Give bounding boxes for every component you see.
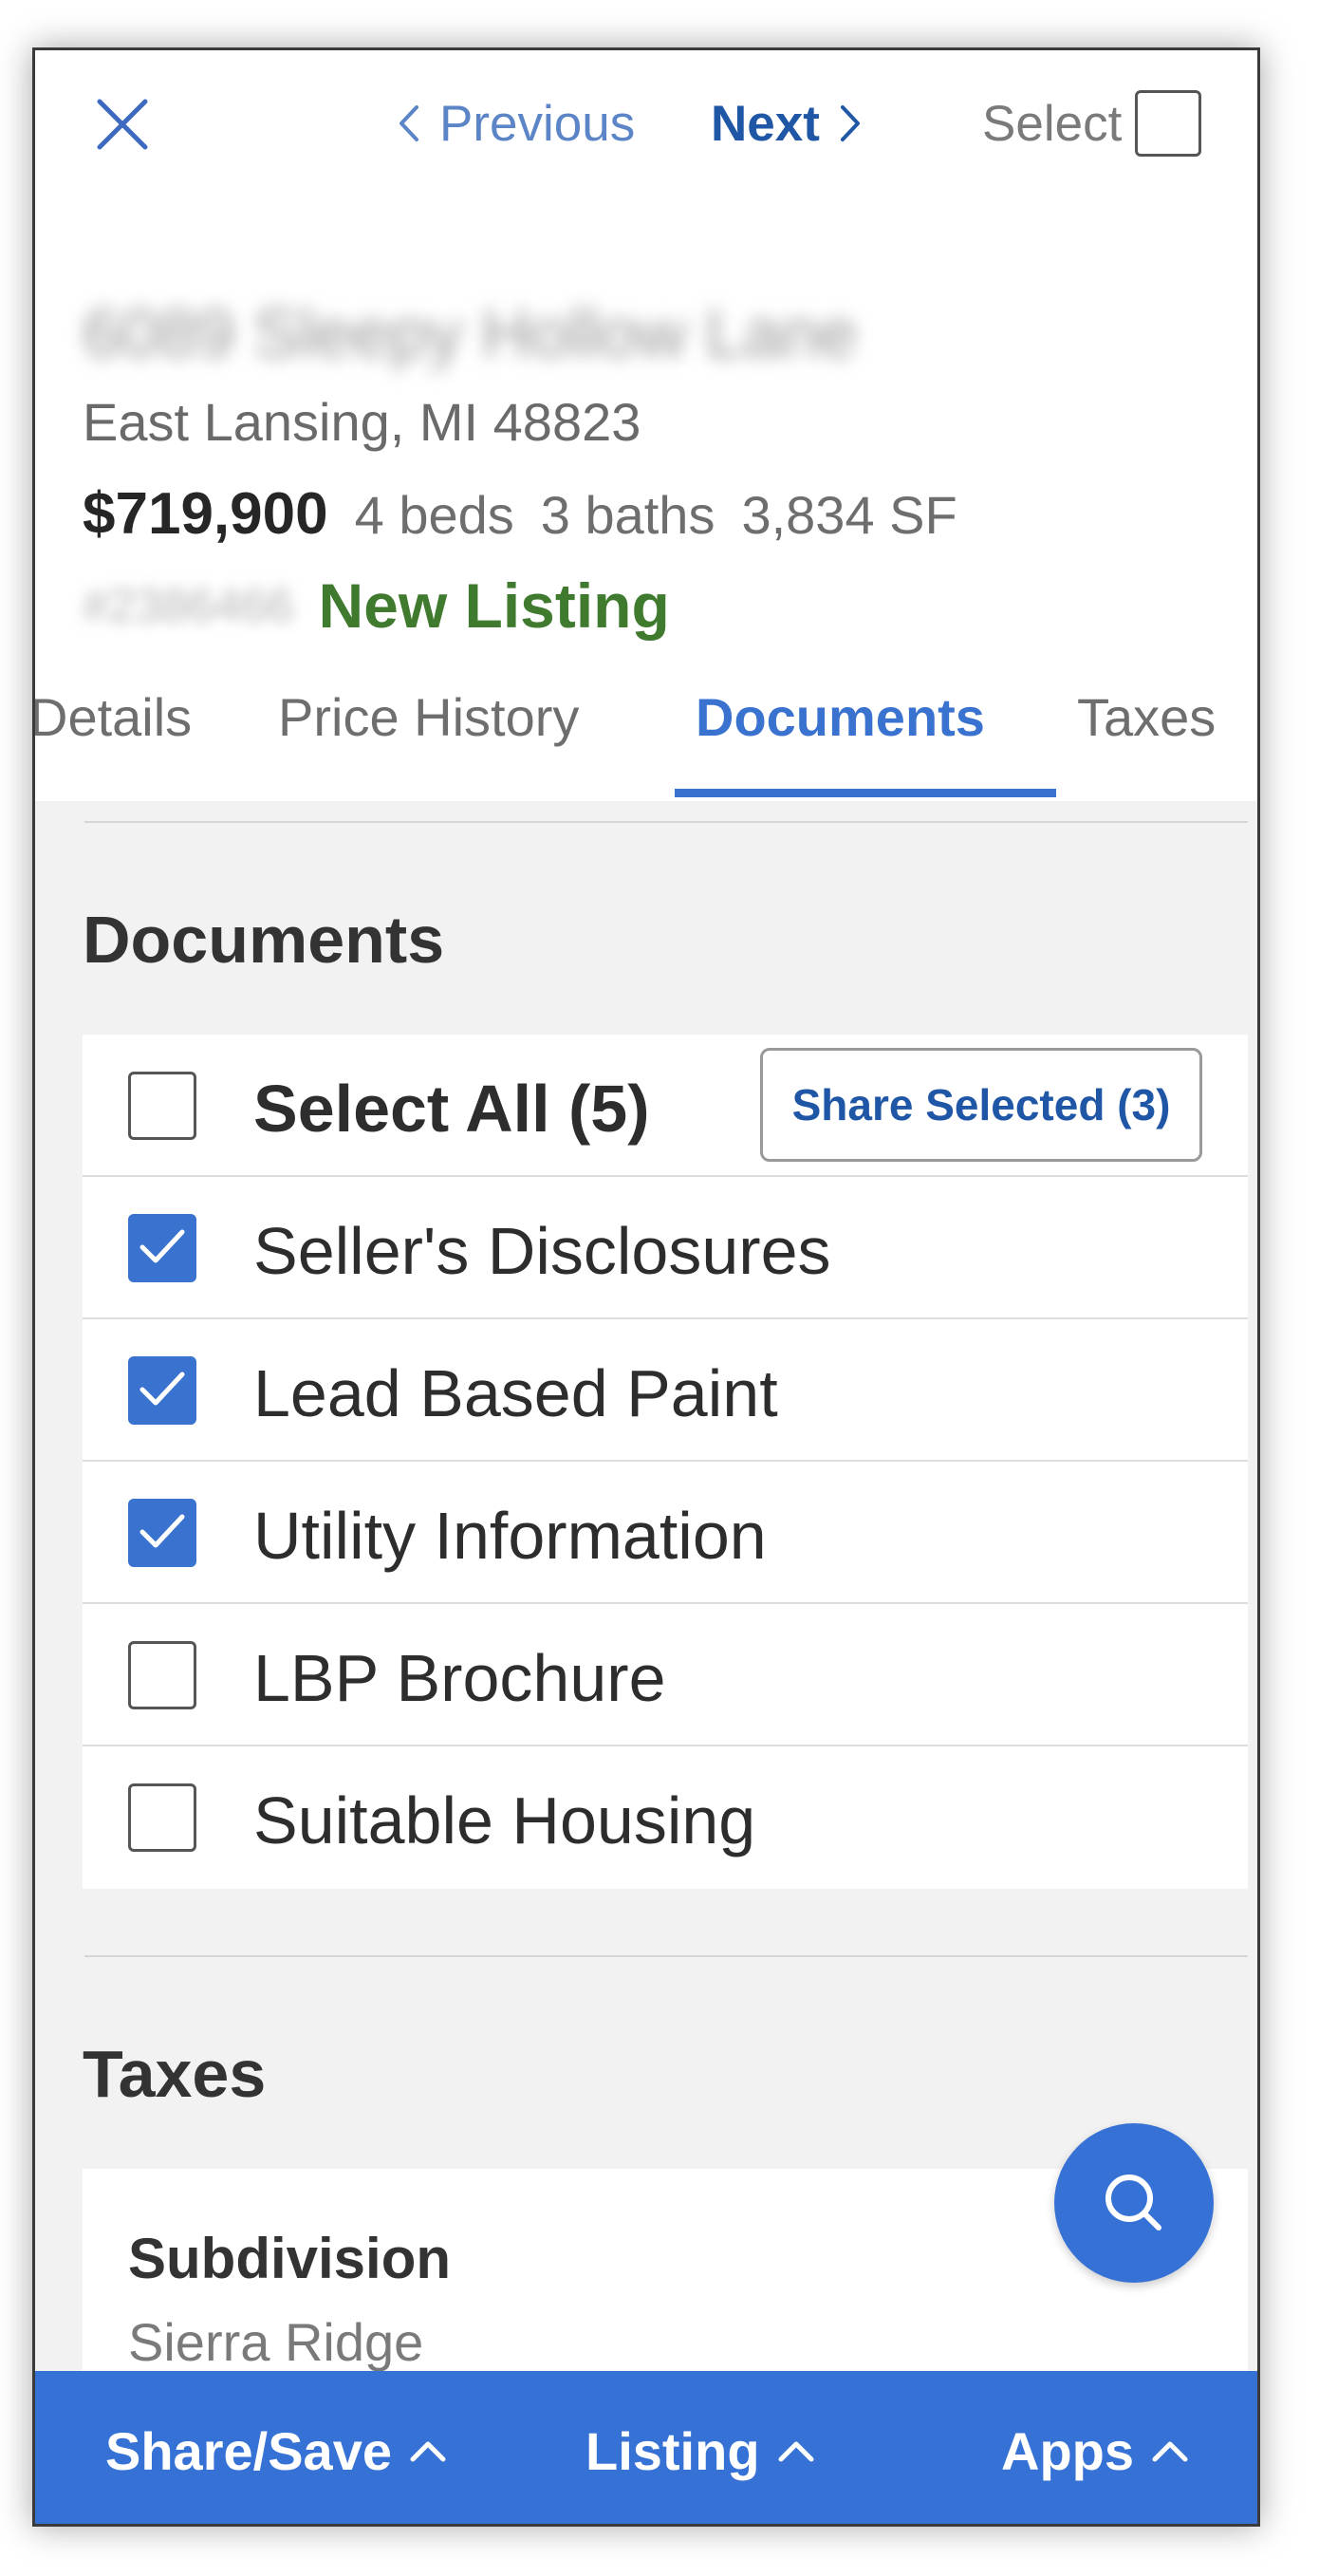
document-checkbox[interactable] (128, 1783, 196, 1852)
search-icon (1105, 2175, 1161, 2231)
section-tabs: Details Price History Documents Taxes (35, 658, 1257, 801)
subdivision-value: Sierra Ridge (128, 2312, 424, 2372)
list-item[interactable]: Seller's Disclosures (83, 1177, 1248, 1319)
close-button[interactable] (90, 92, 155, 157)
list-item[interactable]: Suitable Housing (83, 1746, 1248, 1889)
listing-baths: 3 baths (540, 485, 715, 545)
taxes-title: Taxes (83, 2037, 267, 2111)
document-label: Suitable Housing (253, 1783, 756, 1857)
caret-up-icon (410, 2441, 446, 2461)
listing-status-row: #2386466 New Listing (83, 569, 670, 642)
tab-taxes[interactable]: Taxes (1077, 686, 1216, 748)
listing-beds: 4 beds (354, 485, 514, 545)
list-item[interactable]: Utility Information (83, 1462, 1248, 1604)
apps-menu-button[interactable]: Apps (1001, 2420, 1189, 2482)
section-divider (84, 821, 1248, 823)
list-item[interactable]: LBP Brochure (83, 1604, 1248, 1746)
tab-price-history[interactable]: Price History (278, 686, 579, 748)
select-checkbox[interactable] (1135, 90, 1202, 157)
listing-mls-id: #2386466 (83, 579, 294, 632)
top-navigation-bar: Previous Next Select (35, 50, 1257, 188)
bottom-action-bar: Share/Save Listing Apps (35, 2371, 1257, 2524)
document-label: Seller's Disclosures (253, 1214, 831, 1288)
status-badge: New Listing (318, 570, 670, 641)
listing-street-address: 6089 Sleepy Hollow Lane (83, 296, 858, 372)
document-label: Lead Based Paint (253, 1356, 778, 1430)
app-frame: Previous Next Select 6089 Sleepy Hollow … (32, 47, 1260, 2527)
previous-button[interactable]: Previous (396, 90, 635, 157)
listing-label: Listing (585, 2421, 760, 2481)
select-label: Select (982, 95, 1123, 152)
caret-up-icon (778, 2441, 814, 2461)
document-checkbox[interactable] (128, 1356, 196, 1425)
listing-menu-button[interactable]: Listing (585, 2420, 815, 2482)
share-selected-button[interactable]: Share Selected (3) (760, 1048, 1202, 1162)
checkmark-icon (139, 1372, 185, 1406)
chevron-right-icon (840, 105, 860, 141)
tab-documents[interactable]: Documents (696, 686, 985, 748)
subdivision-label: Subdivision (128, 2227, 452, 2290)
checkmark-icon (139, 1514, 185, 1548)
share-save-label: Share/Save (105, 2421, 392, 2481)
listing-stats-row: $719,900 4 beds 3 baths 3,834 SF (83, 480, 984, 548)
active-tab-indicator (675, 789, 1056, 797)
documents-title: Documents (83, 903, 445, 977)
select-all-label: Select All (5) (253, 1072, 650, 1146)
document-checkbox[interactable] (128, 1499, 196, 1567)
document-checkbox[interactable] (128, 1641, 196, 1709)
listing-price: $719,900 (83, 481, 328, 547)
document-checkbox[interactable] (128, 1214, 196, 1282)
chevron-left-icon (399, 105, 418, 141)
share-save-menu-button[interactable]: Share/Save (105, 2420, 447, 2482)
listing-city: East Lansing, MI 48823 (83, 392, 641, 452)
document-label: LBP Brochure (253, 1641, 666, 1715)
search-button[interactable] (1054, 2123, 1214, 2283)
checkmark-icon (139, 1229, 185, 1263)
documents-list: Select All (5) Share Selected (3) Seller… (83, 1035, 1248, 1889)
previous-label: Previous (439, 95, 636, 152)
caret-up-icon (1152, 2441, 1188, 2461)
list-item[interactable]: Lead Based Paint (83, 1319, 1248, 1462)
apps-label: Apps (1001, 2421, 1134, 2481)
select-listing-toggle[interactable]: Select (982, 88, 1202, 159)
close-icon (97, 99, 148, 150)
document-label: Utility Information (253, 1499, 767, 1573)
tab-details[interactable]: Details (35, 686, 192, 748)
select-all-checkbox[interactable] (128, 1072, 196, 1140)
next-label: Next (711, 95, 820, 152)
listing-sqft: 3,834 SF (741, 485, 957, 545)
next-button[interactable]: Next (711, 90, 864, 157)
section-divider (84, 1955, 1248, 1957)
select-all-row[interactable]: Select All (5) Share Selected (3) (83, 1035, 1248, 1177)
